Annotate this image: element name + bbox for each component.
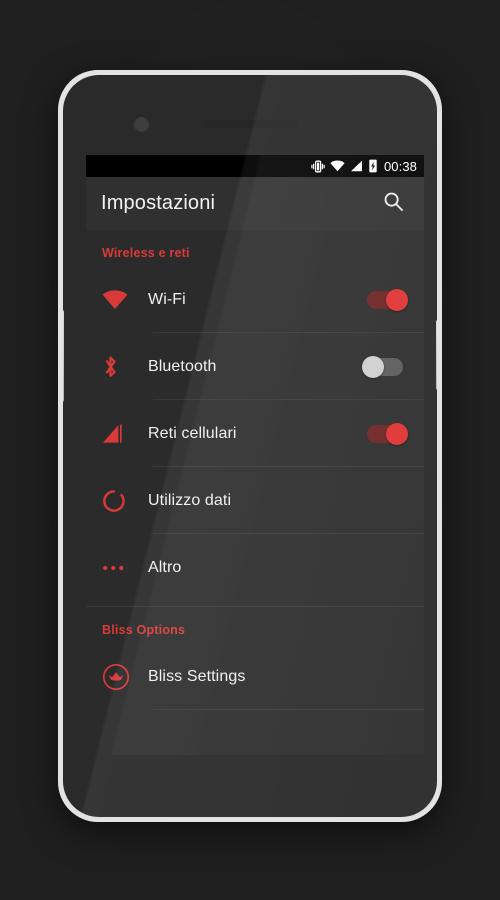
settings-list: Wireless e reti Wi-Fi Bluetooth Reti cel… <box>86 230 424 755</box>
settings-row-label: Utilizzo dati <box>148 491 232 509</box>
battery-charging-icon <box>368 159 378 173</box>
status-clock: 00:38 <box>383 158 417 174</box>
settings-row-wifi[interactable]: Wi-Fi <box>86 266 424 333</box>
settings-row-label: Bluetooth <box>148 357 217 375</box>
section-header-wireless: Wireless e reti <box>102 246 190 260</box>
front-camera-icon <box>133 115 150 132</box>
power-button[interactable] <box>436 320 437 390</box>
settings-row-data-usage[interactable]: Utilizzo dati <box>86 467 424 534</box>
search-button[interactable] <box>376 187 410 221</box>
more-dots-icon <box>102 564 148 572</box>
cellular-signal-status-icon <box>350 160 363 172</box>
action-bar: Impostazioni <box>86 177 424 230</box>
row-divider <box>153 709 424 710</box>
phone-device: 00:38 Impostazioni Wireless e reti Wi-Fi… <box>58 70 442 822</box>
settings-row-label: Reti cellulari <box>148 424 237 442</box>
toggle-knob <box>386 288 408 311</box>
bluetooth-toggle[interactable] <box>362 355 408 378</box>
settings-row-label: Altro <box>148 558 182 576</box>
phone-screen: 00:38 Impostazioni Wireless e reti Wi-Fi… <box>86 155 424 755</box>
settings-row-label: Wi-Fi <box>148 290 186 308</box>
toggle-knob <box>362 355 384 378</box>
wifi-icon <box>102 289 148 310</box>
toggle-knob <box>386 422 408 445</box>
wifi-status-icon <box>330 160 345 172</box>
page-title: Impostazioni <box>101 192 216 214</box>
volume-button[interactable] <box>63 310 64 402</box>
earpiece-speaker <box>203 120 299 128</box>
section-header-bliss: Bliss Options <box>102 623 186 637</box>
mobile-networks-toggle[interactable] <box>362 422 408 445</box>
search-icon <box>383 191 404 217</box>
bliss-crown-icon <box>102 663 148 691</box>
settings-row-bluetooth[interactable]: Bluetooth <box>86 333 424 400</box>
bluetooth-icon <box>102 354 148 380</box>
settings-row-bliss-settings[interactable]: Bliss Settings <box>86 643 424 710</box>
data-usage-icon <box>102 489 148 513</box>
settings-row-more[interactable]: Altro <box>86 534 424 601</box>
cellular-signal-icon <box>102 423 148 445</box>
wifi-toggle[interactable] <box>362 288 408 311</box>
vibrate-icon <box>311 160 325 173</box>
settings-row-mobile-networks[interactable]: Reti cellulari <box>86 400 424 467</box>
phone-body: 00:38 Impostazioni Wireless e reti Wi-Fi… <box>63 75 437 817</box>
status-bar: 00:38 <box>86 155 424 177</box>
settings-row-label: Bliss Settings <box>148 667 246 685</box>
